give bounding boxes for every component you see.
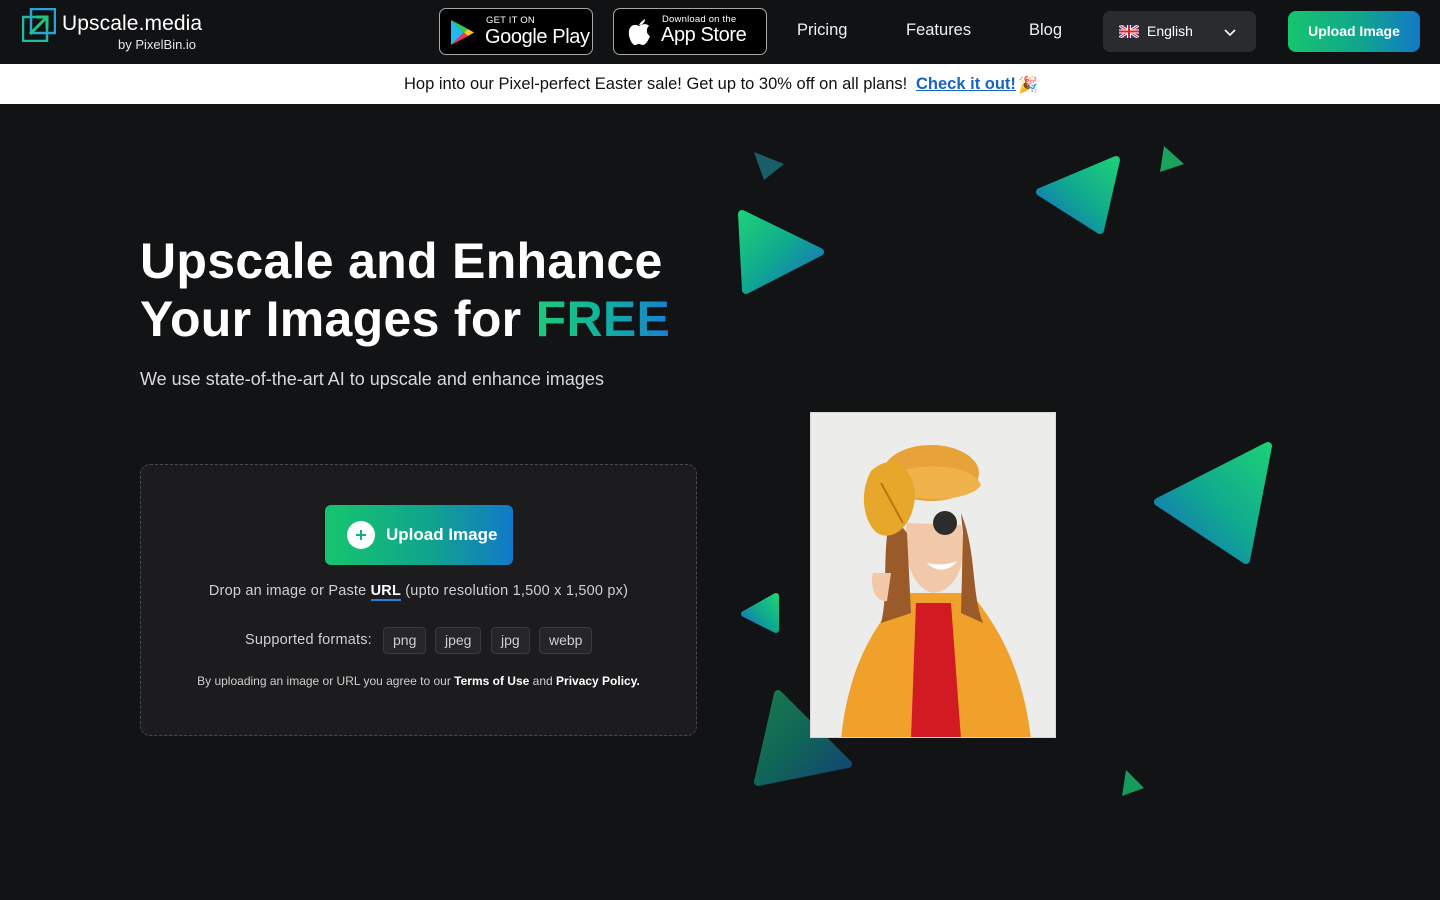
terms-of-use-link[interactable]: Terms of Use [454, 674, 529, 688]
google-play-icon [451, 20, 474, 45]
drop-prefix: Drop an image or Paste [208, 583, 371, 599]
triangle-shape [754, 152, 784, 180]
hero-title-line1: Upscale and Enhance [140, 233, 663, 289]
hero-title: Upscale and Enhance Your Images for FREE [140, 232, 670, 348]
language-select[interactable]: English [1103, 11, 1256, 52]
terms-prefix: By uploading an image or URL you agree t… [197, 674, 455, 688]
upscale-logo-icon [22, 8, 56, 42]
chevron-down-icon [1224, 29, 1236, 37]
promo-text: Hop into our Pixel-perfect Easter sale! … [404, 75, 908, 93]
plus-icon [347, 521, 375, 549]
nav-pricing[interactable]: Pricing [797, 21, 847, 40]
uk-flag-icon [1119, 25, 1139, 38]
hero-title-highlight: FREE [535, 291, 671, 347]
triangle-shape [1160, 146, 1184, 172]
logo[interactable]: Upscale.media by PixelBin.io [22, 8, 222, 56]
terms-and: and [529, 674, 557, 688]
app-store-button[interactable]: Download on the App Store [613, 8, 767, 55]
nav-features[interactable]: Features [906, 21, 971, 40]
triangle-shape [1122, 770, 1144, 796]
sample-photo [810, 412, 1056, 738]
terms-notice: By uploading an image or URL you agree t… [141, 674, 696, 688]
drop-suffix: (upto resolution 1,500 x 1,500 px) [401, 583, 629, 599]
upload-image-label: Upload Image [386, 525, 498, 544]
logo-title: Upscale.media [62, 12, 203, 35]
hero-visual [718, 112, 1288, 852]
google-play-small-text: GET IT ON [486, 15, 535, 26]
drop-instructions: Drop an image or Paste URL (upto resolut… [141, 583, 696, 601]
header-upload-button[interactable]: Upload Image [1288, 11, 1420, 52]
logo-subtitle: by PixelBin.io [118, 37, 197, 52]
language-label: English [1147, 23, 1193, 39]
privacy-policy-link[interactable]: Privacy Policy. [556, 674, 640, 688]
format-chip-png: png [383, 627, 427, 654]
triangle-shape [1036, 156, 1120, 234]
format-chip-jpeg: jpeg [435, 627, 482, 654]
party-popper-icon: 🎉 [1018, 77, 1038, 94]
promo-link[interactable]: Check it out! [916, 75, 1016, 94]
triangle-shape [741, 593, 779, 633]
formats-label: Supported formats: [245, 632, 372, 648]
triangle-shape [1154, 442, 1272, 564]
format-chip-webp: webp [539, 627, 593, 654]
google-play-big-text: Google Play [485, 26, 590, 48]
hero-title-line2: Your Images for [140, 291, 536, 347]
woman-with-leaf-image [811, 413, 1055, 737]
upload-dropzone[interactable]: Upload Image Drop an image or Paste URL … [140, 464, 697, 736]
triangle-shape [738, 210, 824, 294]
paste-url-link[interactable]: URL [370, 583, 402, 601]
apple-icon [628, 19, 650, 45]
top-nav: Upscale.media by PixelBin.io GET IT ON G… [0, 0, 1440, 64]
nav-blog[interactable]: Blog [1029, 21, 1062, 40]
google-play-button[interactable]: GET IT ON Google Play [439, 8, 593, 55]
app-store-big-text: App Store [661, 24, 747, 46]
hero-subtitle: We use state-of-the-art AI to upscale an… [140, 369, 604, 389]
format-chip-jpg: jpg [491, 627, 530, 654]
promo-banner: Hop into our Pixel-perfect Easter sale! … [0, 64, 1440, 104]
upload-image-button[interactable]: Upload Image [325, 505, 513, 565]
